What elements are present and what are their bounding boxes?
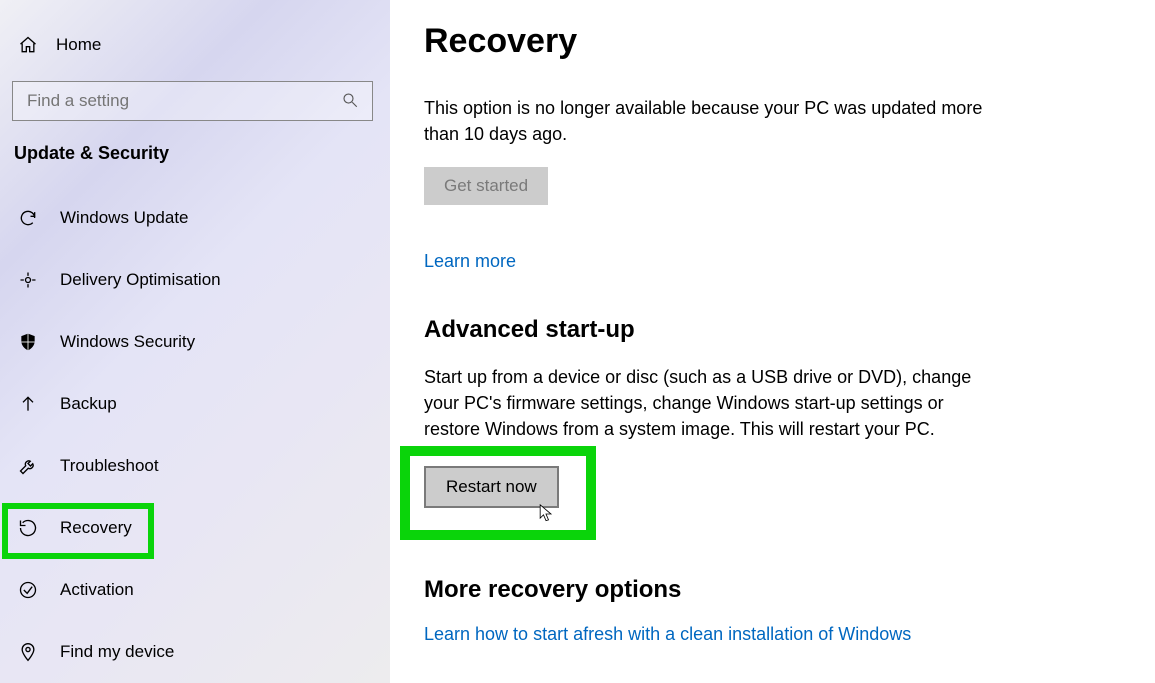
fresh-install-link[interactable]: Learn how to start afresh with a clean i… xyxy=(424,624,911,645)
sidebar-item-label: Windows Security xyxy=(60,332,195,352)
search-box[interactable] xyxy=(12,81,373,121)
search-input[interactable] xyxy=(12,81,373,121)
category-title: Update & Security xyxy=(0,143,390,164)
sidebar-item-backup[interactable]: Backup xyxy=(0,380,390,428)
sidebar-item-windows-update[interactable]: Windows Update xyxy=(0,194,390,242)
wrench-icon xyxy=(18,456,38,476)
home-label: Home xyxy=(56,35,101,55)
home-link[interactable]: Home xyxy=(0,25,390,65)
sidebar-item-label: Backup xyxy=(60,394,117,414)
recovery-icon xyxy=(18,518,38,538)
more-recovery-title: More recovery options xyxy=(424,576,1095,604)
sidebar-item-recovery[interactable]: Recovery xyxy=(0,504,390,552)
search-icon xyxy=(341,91,359,109)
location-icon xyxy=(18,642,38,662)
sidebar-item-label: Find my device xyxy=(60,642,174,662)
check-circle-icon xyxy=(18,580,38,600)
sidebar-item-find-my-device[interactable]: Find my device xyxy=(0,628,390,676)
sidebar-item-activation[interactable]: Activation xyxy=(0,566,390,614)
reset-description: This option is no longer available becau… xyxy=(424,95,984,147)
advanced-startup-title: Advanced start-up xyxy=(424,316,1095,344)
backup-icon xyxy=(18,394,38,414)
sidebar-item-troubleshoot[interactable]: Troubleshoot xyxy=(0,442,390,490)
sidebar-item-label: Windows Update xyxy=(60,208,189,228)
shield-icon xyxy=(18,332,38,352)
sidebar-item-label: Activation xyxy=(60,580,134,600)
page-title: Recovery xyxy=(424,22,1095,61)
main-content: Recovery This option is no longer availa… xyxy=(390,0,1155,683)
home-icon xyxy=(18,35,38,55)
sidebar: Home Update & Security Windows Update De… xyxy=(0,0,390,683)
sidebar-item-delivery-optimisation[interactable]: Delivery Optimisation xyxy=(0,256,390,304)
advanced-startup-description: Start up from a device or disc (such as … xyxy=(424,364,984,442)
sync-icon xyxy=(18,208,38,228)
sidebar-item-label: Troubleshoot xyxy=(60,456,159,476)
sidebar-item-windows-security[interactable]: Windows Security xyxy=(0,318,390,366)
restart-now-button[interactable]: Restart now xyxy=(424,466,559,508)
delivery-icon xyxy=(18,270,38,290)
sidebar-item-label: Delivery Optimisation xyxy=(60,270,221,290)
get-started-button: Get started xyxy=(424,167,548,205)
mouse-cursor-icon xyxy=(539,504,553,524)
sidebar-item-label: Recovery xyxy=(60,518,132,538)
learn-more-link[interactable]: Learn more xyxy=(424,251,516,272)
